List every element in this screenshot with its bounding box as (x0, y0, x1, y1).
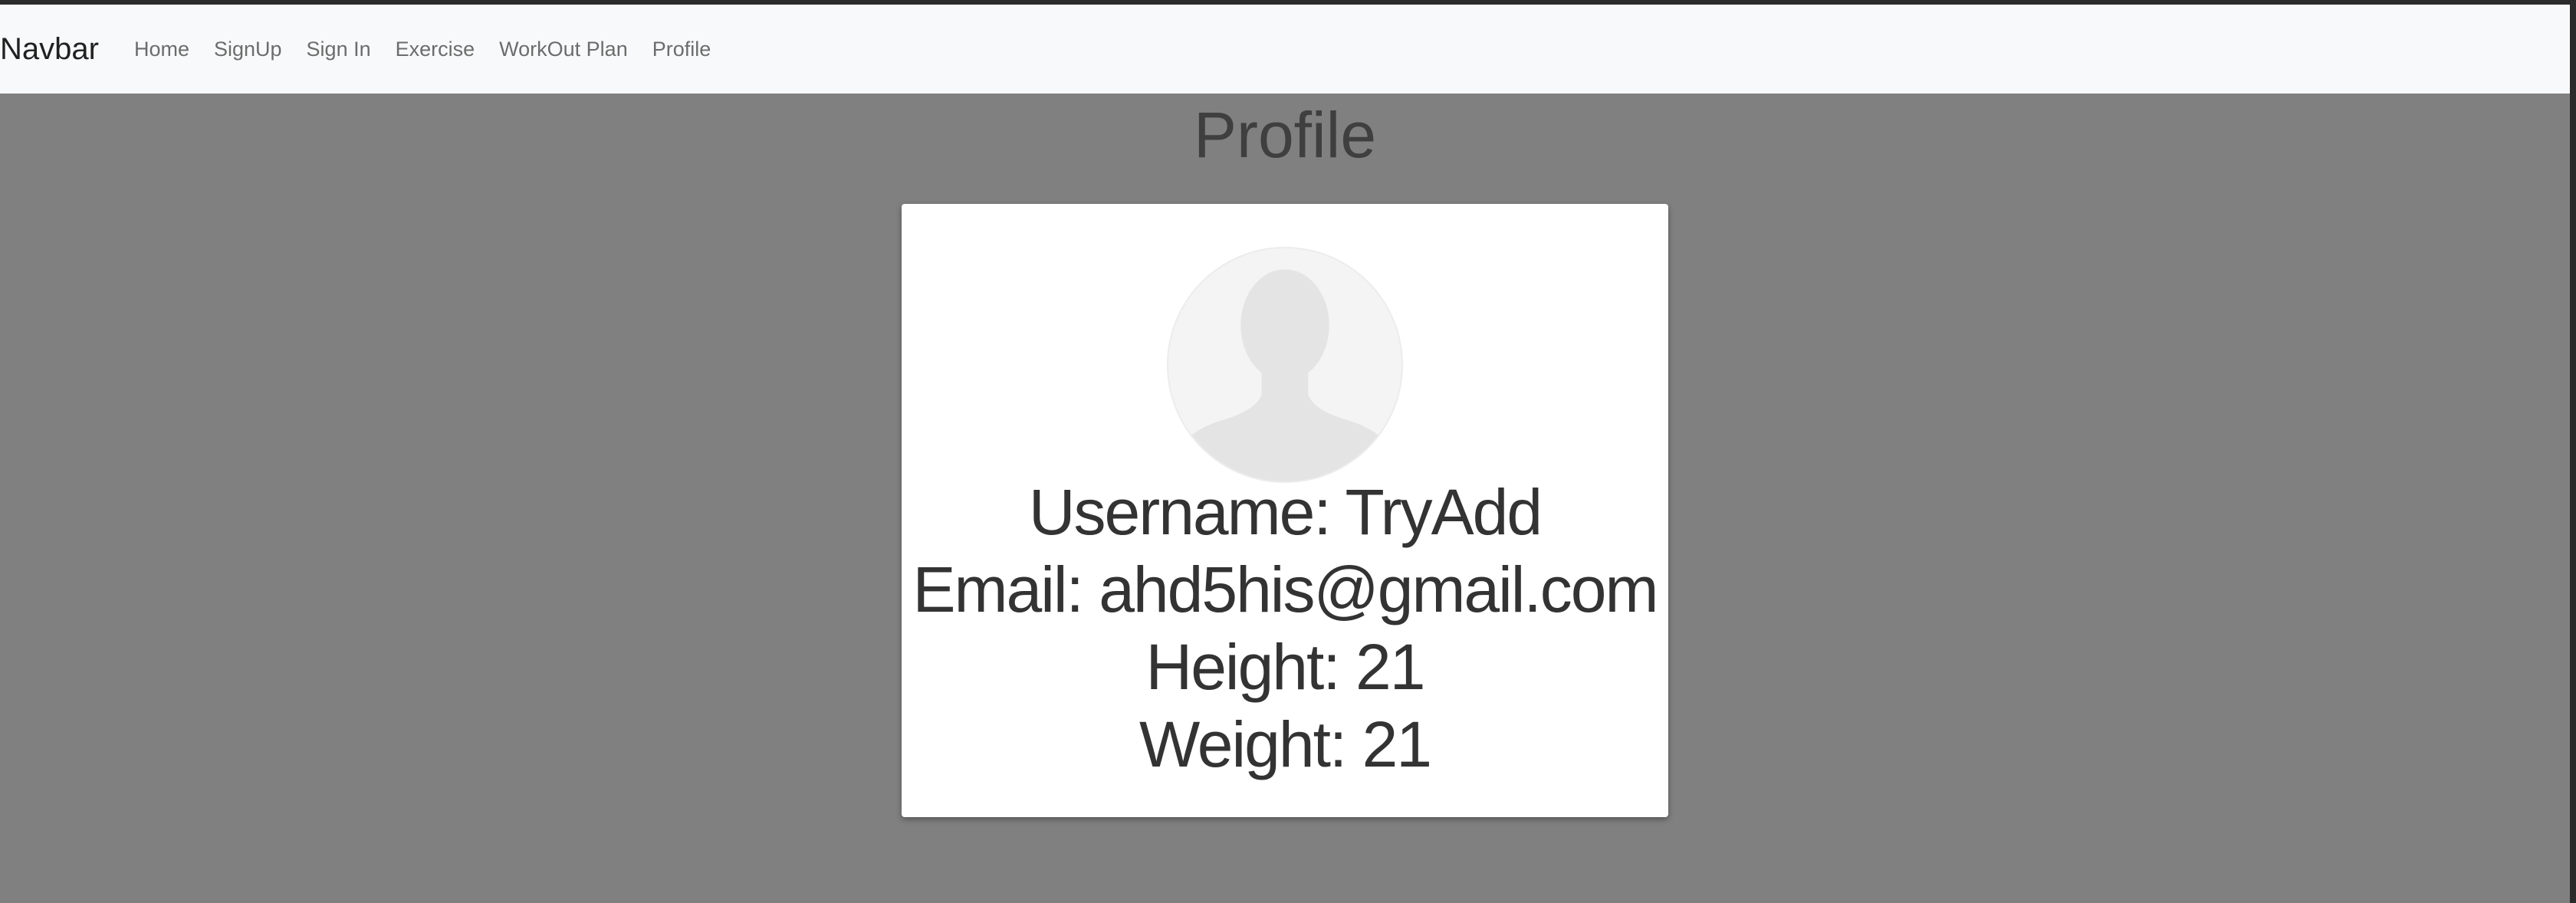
weight-text: Weight: 21 (1138, 708, 1432, 780)
nav-link-exercise[interactable]: Exercise (396, 38, 475, 61)
nav-link-signup[interactable]: SignUp (214, 38, 282, 61)
default-user-silhouette-icon (1168, 248, 1401, 481)
nav-link-profile[interactable]: Profile (652, 38, 711, 61)
window-edge (2570, 0, 2576, 903)
email-text: Email: ahd5his@gmail.com (912, 553, 1659, 626)
username-text: Username: TryAdd (1028, 476, 1543, 548)
nav-link-home[interactable]: Home (134, 38, 189, 61)
profile-card: Username: TryAdd Email: ahd5his@gmail.co… (902, 204, 1668, 817)
profile-info: Username: TryAdd Email: ahd5his@gmail.co… (902, 474, 1668, 783)
nav-links: Home SignUp Sign In Exercise WorkOut Pla… (134, 38, 735, 61)
navbar: Navbar Home SignUp Sign In Exercise Work… (0, 5, 2570, 94)
page-title: Profile (1193, 99, 1377, 171)
avatar (1168, 248, 1401, 481)
nav-link-workout-plan[interactable]: WorkOut Plan (499, 38, 628, 61)
height-text: Height: 21 (1145, 631, 1426, 703)
nav-link-signin[interactable]: Sign In (307, 38, 371, 61)
browser-window: Navbar Home SignUp Sign In Exercise Work… (0, 0, 2570, 903)
navbar-brand[interactable]: Navbar (0, 32, 99, 67)
